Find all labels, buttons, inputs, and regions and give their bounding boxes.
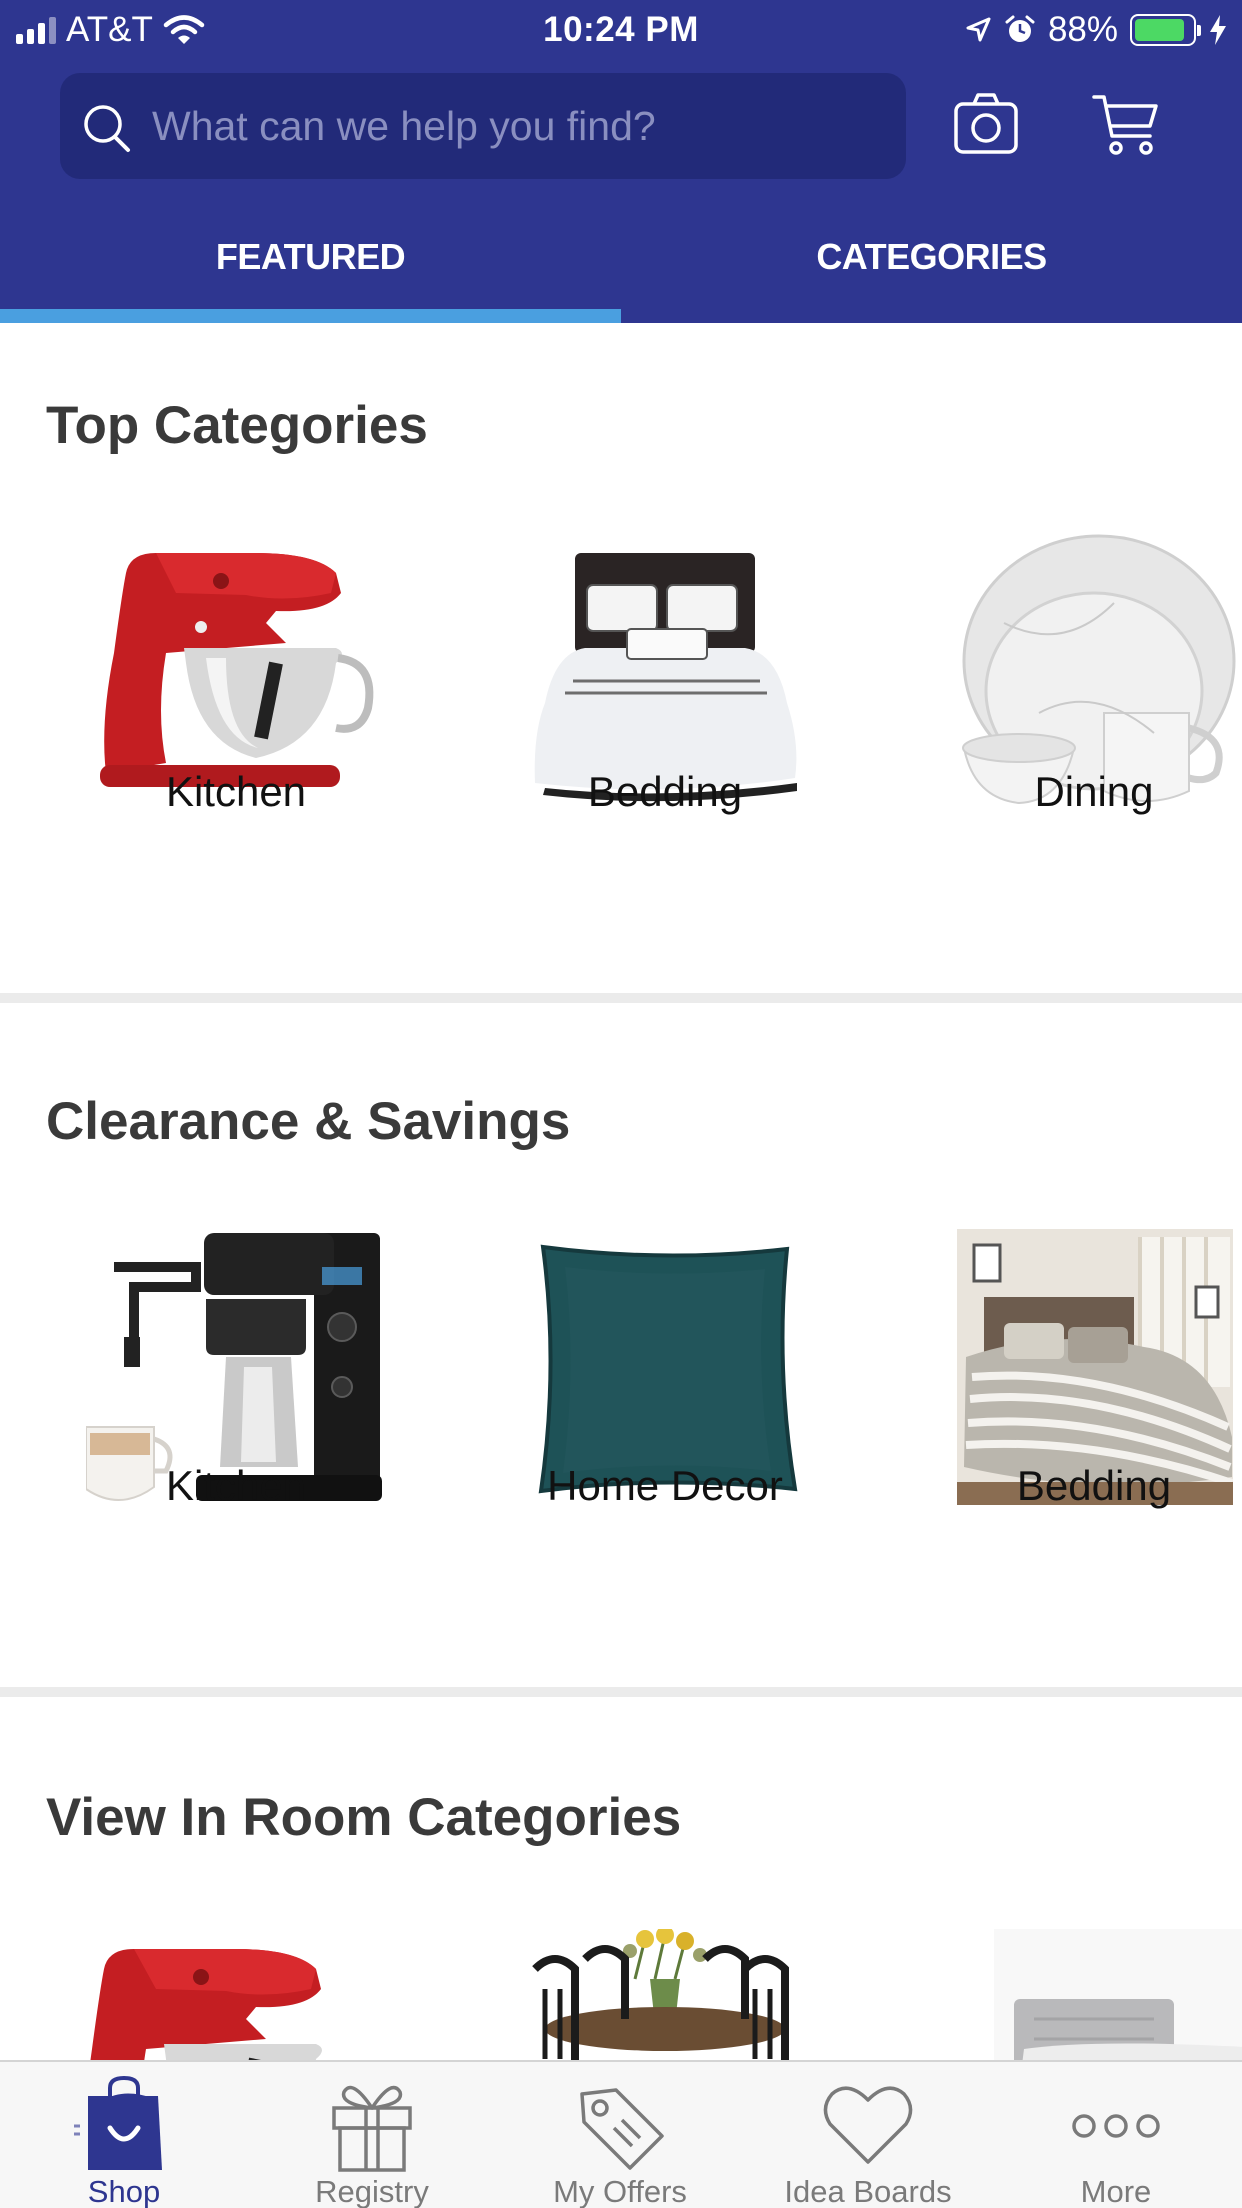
nav-item-registry[interactable]: Registry	[248, 2062, 496, 2208]
shopping-bag-icon	[74, 2076, 162, 2170]
nav-label: Shop	[87, 2174, 161, 2208]
search-bar[interactable]	[60, 73, 906, 179]
tile-label: Dining	[1034, 768, 1154, 815]
section-divider	[0, 1687, 1242, 1697]
clearance-tile-kitchen[interactable]: Kitchen	[86, 1227, 386, 1527]
charging-bolt-icon	[1210, 15, 1226, 45]
tile-label: Kitchen	[165, 768, 307, 815]
headboard-bed-image	[994, 1929, 1242, 2060]
app-header: AT&T 10:24 PM 88% What can we help you f…	[0, 0, 1242, 323]
view-in-room-tile-3[interactable]	[944, 1929, 1242, 2060]
stand-mixer-image	[90, 1949, 322, 2060]
clearance-section: Clearance & Savings Kitchen Home Decor B…	[0, 1003, 1242, 1697]
location-arrow-icon	[966, 17, 991, 42]
clearance-tile-bedding[interactable]: Bedding	[944, 1227, 1242, 1527]
active-tab-indicator	[0, 309, 621, 323]
tile-label: Kitchen	[165, 1462, 307, 1509]
alarm-icon	[1005, 15, 1035, 42]
more-dots-icon	[1072, 2114, 1160, 2138]
tag-icon	[580, 2088, 664, 2170]
category-tile-dining[interactable]: Dining	[944, 533, 1242, 833]
nav-label: My Offers	[553, 2174, 687, 2208]
battery-percent: 88%	[1047, 10, 1118, 49]
nav-label: Registry	[315, 2174, 429, 2208]
category-tile-kitchen[interactable]: Kitchen	[86, 533, 386, 833]
gift-icon	[332, 2085, 412, 2172]
section-title: View In Room Categories	[46, 1788, 682, 1847]
nav-label: Idea Boards	[784, 2174, 952, 2208]
section-title: Clearance & Savings	[46, 1092, 571, 1151]
nav-label: More	[1080, 2174, 1152, 2208]
search-icon	[84, 105, 130, 152]
status-bar: AT&T 10:24 PM 88%	[0, 0, 1242, 62]
tile-label: Home Decor	[547, 1462, 783, 1509]
view-in-room-section: View In Room Categories	[0, 1697, 1242, 2060]
nav-item-my-offers[interactable]: My Offers	[496, 2062, 744, 2208]
bottom-nav-bar: Shop Registry My Offers Idea Boards More	[0, 2060, 1242, 2208]
nav-item-more[interactable]: More	[992, 2062, 1240, 2208]
heart-icon	[823, 2086, 913, 2164]
nav-item-idea-boards[interactable]: Idea Boards	[744, 2062, 992, 2208]
section-divider	[0, 993, 1242, 1003]
section-title: Top Categories	[46, 396, 428, 455]
top-categories-section: Top Categories Kitchen Bedding Dining	[0, 323, 1242, 1003]
tab-featured[interactable]: FEATURED	[0, 220, 621, 323]
dining-set-image	[532, 1929, 789, 2060]
search-input[interactable]	[152, 73, 892, 179]
cart-icon[interactable]	[1092, 92, 1160, 158]
view-in-room-tile-2[interactable]	[515, 1929, 815, 2060]
tile-label: Bedding	[587, 768, 743, 815]
clearance-tile-home-decor[interactable]: Home Decor	[515, 1227, 815, 1527]
camera-icon[interactable]	[952, 92, 1020, 158]
battery-icon	[1130, 14, 1201, 46]
nav-item-shop[interactable]: Shop	[0, 2062, 248, 2208]
category-tile-bedding[interactable]: Bedding	[515, 533, 815, 833]
tile-label: Bedding	[1016, 1462, 1172, 1509]
tab-categories[interactable]: CATEGORIES	[621, 220, 1242, 323]
tab-bar: FEATURED CATEGORIES	[0, 220, 1242, 323]
view-in-room-tile-1[interactable]	[86, 1929, 386, 2060]
